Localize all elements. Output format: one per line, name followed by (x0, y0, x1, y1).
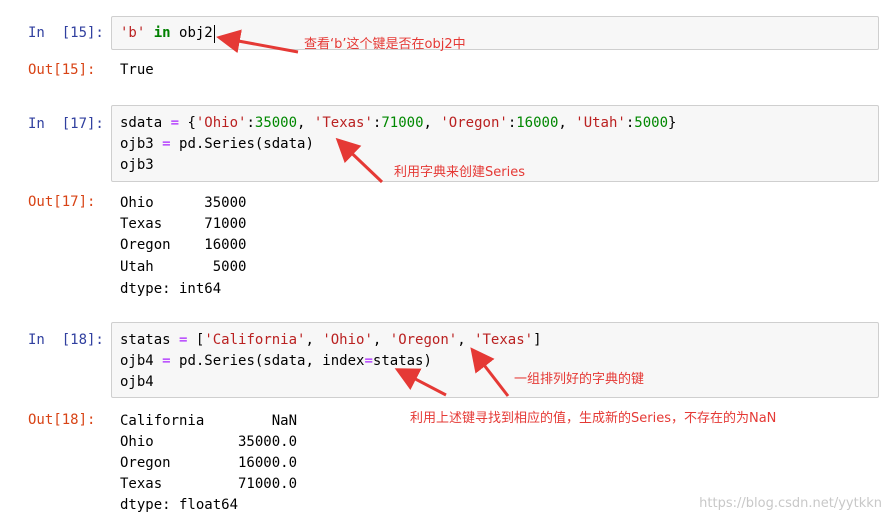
code-cell-15[interactable]: 'b' in obj2 (111, 16, 879, 50)
code-line: ojb3 = pd.Series(sdata) (120, 136, 314, 152)
in-prompt-18: In [18]: (28, 332, 104, 348)
in-prompt-15: In [15]: (28, 25, 104, 41)
output-line: Texas 71000.0 (120, 476, 298, 492)
output-line: Oregon 16000 (120, 237, 247, 253)
annotation-index-lookup: 利用上述键寻找到相应的值，生成新的Series，不存在的为NaN (410, 411, 777, 426)
output-line: Ohio 35000.0 (120, 434, 298, 450)
code-line: sdata = {'Ohio':35000, 'Texas':71000, 'O… (120, 115, 677, 131)
output-line: dtype: float64 (120, 497, 239, 513)
output-line: Utah 5000 (120, 259, 247, 275)
output-line: dtype: int64 (120, 281, 222, 297)
text-cursor (214, 25, 215, 43)
out-prompt-18: Out[18]: (28, 412, 96, 428)
output-line: California NaN (120, 413, 298, 429)
code-line: statas = ['California', 'Ohio', 'Oregon'… (120, 332, 542, 348)
code-cell-18[interactable]: statas = ['California', 'Ohio', 'Oregon'… (111, 322, 879, 398)
code-line: 'b' in obj2 (120, 25, 213, 41)
output-line: True (120, 62, 154, 78)
code-line: ojb4 = pd.Series(sdata, index=statas) (120, 353, 432, 369)
code-line: ojb4 (120, 374, 154, 390)
out-prompt-15: Out[15]: (28, 62, 96, 78)
annotation-key-check: 查看‘b’这个键是否在obj2中 (304, 37, 466, 52)
output-line: Texas 71000 (120, 216, 247, 232)
out-prompt-17: Out[17]: (28, 194, 96, 210)
in-prompt-17: In [17]: (28, 116, 104, 132)
code-line: ojb3 (120, 157, 154, 173)
annotation-ordered-keys: 一组排列好的字典的键 (514, 372, 645, 387)
output-line: Ohio 35000 (120, 195, 247, 211)
annotation-dict-series: 利用字典来创建Series (394, 165, 525, 180)
output-line: Oregon 16000.0 (120, 455, 298, 471)
watermark: https://blog.csdn.net/yytkkn (699, 496, 882, 511)
